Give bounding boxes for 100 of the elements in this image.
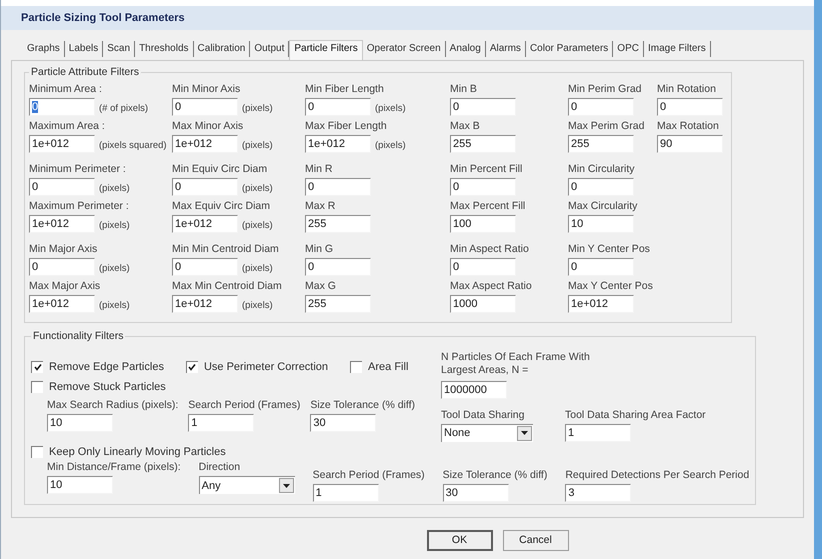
text-field[interactable]: 0 xyxy=(172,178,238,196)
text-field[interactable]: 3 xyxy=(565,484,632,502)
field-label: Min Distance/Frame (pixels): xyxy=(47,461,181,474)
text-field[interactable]: 0 xyxy=(568,178,634,196)
unit-label: (pixels squared) xyxy=(99,138,167,152)
text-field[interactable]: 0 xyxy=(450,178,516,196)
checkbox[interactable] xyxy=(31,381,43,393)
text-field[interactable]: 1e+012 xyxy=(29,134,95,153)
checkbox[interactable] xyxy=(350,360,362,373)
text-field[interactable]: 255 xyxy=(450,134,516,153)
text-field[interactable]: 0 xyxy=(450,258,516,276)
dropdown[interactable]: Any xyxy=(198,476,295,494)
text-field[interactable]: 0 xyxy=(450,98,516,116)
dialog-button[interactable]: OK xyxy=(426,530,492,551)
dialog-button[interactable]: Cancel xyxy=(502,530,568,551)
field-label: Tool Data Sharing xyxy=(441,408,526,422)
field-label: Min Min Centroid Diam xyxy=(172,242,280,256)
unit-label: (pixels) xyxy=(242,262,273,276)
checkmark-icon xyxy=(188,363,196,372)
tab[interactable]: Alarms xyxy=(486,41,526,57)
text-field[interactable]: 1000 xyxy=(450,294,516,313)
field-label: Min Major Axis xyxy=(29,242,98,256)
tab[interactable]: Operator Screen xyxy=(362,41,446,57)
text-field[interactable]: 30 xyxy=(310,414,376,432)
unit-label: (pixels) xyxy=(242,182,273,196)
tab[interactable]: Image Filters xyxy=(644,41,711,57)
text-field[interactable]: 10 xyxy=(47,414,113,432)
text-field[interactable]: 1000000 xyxy=(441,380,507,399)
text-field[interactable]: 1e+012 xyxy=(172,294,238,313)
text-field[interactable]: 255 xyxy=(305,294,371,313)
tab[interactable]: Graphs xyxy=(23,41,65,57)
tab[interactable]: Scan xyxy=(103,41,136,57)
text-field[interactable]: 1e+012 xyxy=(305,134,371,153)
tab[interactable]: Calibration xyxy=(194,41,250,57)
field-label: Max Percent Fill xyxy=(450,200,526,213)
text-field[interactable]: 0 xyxy=(305,178,371,196)
field-label: Max Perim Grad xyxy=(568,120,646,133)
field-label: Max Circularity xyxy=(568,200,638,213)
tab[interactable]: Thresholds xyxy=(135,41,194,57)
text-field[interactable]: 0 xyxy=(305,98,371,116)
dropdown-button[interactable] xyxy=(278,478,294,494)
text-field[interactable]: 1 xyxy=(312,484,379,502)
text-field[interactable]: 1e+012 xyxy=(29,214,95,233)
field-label: Min G xyxy=(305,242,334,256)
field-label: Max B xyxy=(450,120,481,133)
tab[interactable]: OPC xyxy=(613,41,644,57)
tab[interactable]: Analog xyxy=(446,41,486,57)
text-field[interactable]: 0 xyxy=(568,98,634,116)
field-label: Min Equiv Circ Diam xyxy=(172,162,268,176)
field-label: Min Perim Grad xyxy=(568,82,643,96)
tab[interactable]: Color Parameters xyxy=(526,41,614,57)
text-field[interactable]: 10 xyxy=(47,476,113,494)
text-field[interactable]: 255 xyxy=(568,134,634,153)
field-label: Max Search Radius (pixels): xyxy=(47,399,178,412)
text-field[interactable]: 1e+012 xyxy=(568,294,634,313)
field-label: Min Circularity xyxy=(568,162,636,176)
text-field[interactable]: 30 xyxy=(442,484,509,502)
field-label: Direction xyxy=(198,461,242,474)
tab[interactable]: Labels xyxy=(64,41,104,57)
text-field[interactable]: 100 xyxy=(450,214,516,233)
text-field[interactable]: 0 xyxy=(29,98,95,116)
unit-label: (pixels) xyxy=(375,102,406,116)
text-field[interactable]: 1 xyxy=(565,424,631,442)
text-field[interactable]: 0 xyxy=(568,258,634,276)
text-field[interactable]: 255 xyxy=(305,214,371,233)
unit-label: (pixels) xyxy=(242,138,273,152)
text-field[interactable]: 1e+012 xyxy=(172,214,238,233)
text-field[interactable]: 0 xyxy=(29,178,95,196)
group-title: Functionality Filters xyxy=(32,329,124,344)
field-label: Maximum Area : xyxy=(29,120,106,133)
text-field[interactable]: 1 xyxy=(188,414,254,432)
field-label: Max R xyxy=(305,200,336,213)
text-field[interactable]: 0 xyxy=(172,258,238,276)
checkbox[interactable] xyxy=(31,360,43,373)
unit-label: (pixels) xyxy=(375,138,406,152)
checkbox-label: Keep Only Linearly Moving Particles xyxy=(49,444,226,460)
text-field[interactable]: 0 xyxy=(172,98,238,116)
unit-label: (# of pixels) xyxy=(99,102,148,116)
checkbox-label: Use Perimeter Correction xyxy=(204,360,328,374)
caret-icon xyxy=(521,431,528,436)
field-label: Max G xyxy=(305,280,337,293)
text-field[interactable]: 10 xyxy=(568,214,634,233)
field-label: Max Rotation xyxy=(657,120,720,133)
text-field[interactable]: 1e+012 xyxy=(29,294,95,313)
field-label: Min Rotation xyxy=(657,82,717,96)
window-title: Particle Sizing Tool Parameters xyxy=(21,10,185,26)
tab[interactable]: Particle Filters xyxy=(289,40,363,60)
checkbox[interactable] xyxy=(31,446,43,458)
text-field[interactable]: 0 xyxy=(29,258,95,276)
text-field[interactable]: 0 xyxy=(305,258,371,276)
dropdown[interactable]: None xyxy=(441,424,533,442)
text-field[interactable]: 90 xyxy=(657,134,723,153)
text-field[interactable]: 1e+012 xyxy=(172,134,238,153)
checkbox[interactable] xyxy=(186,360,198,373)
dropdown-button[interactable] xyxy=(517,426,532,441)
field-label: Min Y Center Pos xyxy=(568,242,651,256)
text-field[interactable]: 0 xyxy=(657,98,723,116)
field-label: Min Fiber Length xyxy=(305,82,385,96)
field-label: Minimum Perimeter : xyxy=(29,162,127,176)
field-label: Max Major Axis xyxy=(29,280,102,293)
